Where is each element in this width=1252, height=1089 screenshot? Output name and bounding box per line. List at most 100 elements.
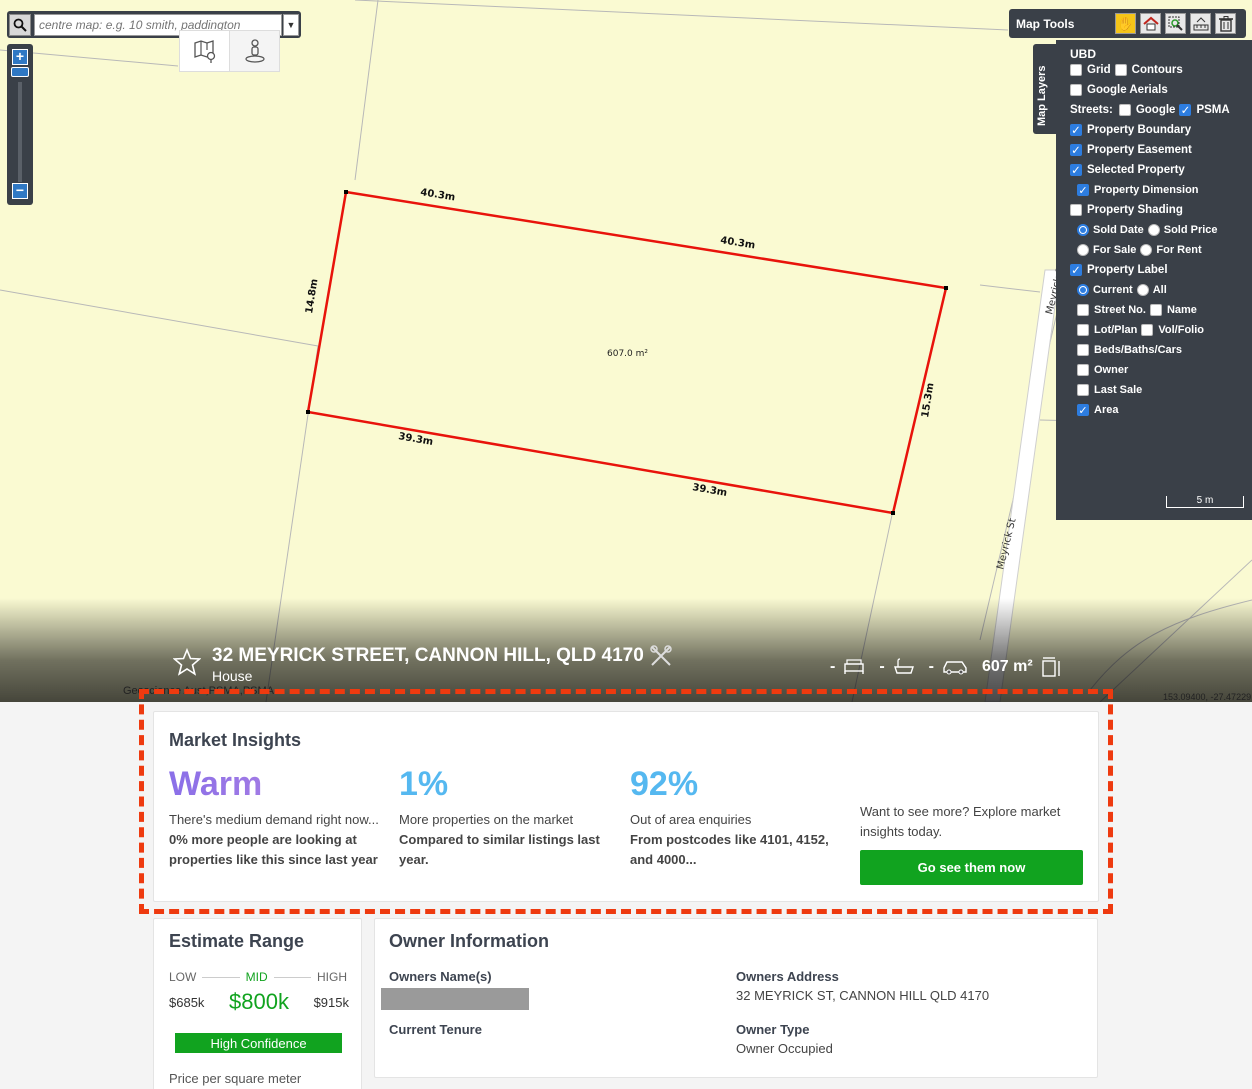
hand-icon: ✋ [1117,15,1134,31]
high-label: HIGH [317,970,347,984]
zoom-in-button[interactable]: + [12,49,28,65]
beds-value: - [830,658,836,675]
current-radio[interactable] [1077,284,1089,296]
pan-tool-button[interactable]: ✋ [1115,13,1136,34]
house-icon [1142,16,1159,30]
search-dropdown-button[interactable]: ▼ [283,13,299,36]
google-streets-checkbox[interactable] [1118,104,1131,116]
vol-folio-checkbox[interactable] [1141,324,1154,336]
vol-folio-label: Vol/Folio [1158,324,1205,336]
zoom-track[interactable] [18,82,22,182]
psma-label: PSMA [1196,104,1230,116]
star-icon [172,647,202,676]
estimate-range-title: Estimate Range [169,931,305,951]
street-no-label: Street No. [1094,304,1146,316]
tools-icon[interactable] [649,644,673,668]
property-stats: - - - 607 m² [830,656,1061,678]
baths-value: - [879,658,885,675]
property-dimension-checkbox[interactable]: ✓ [1077,184,1089,197]
lot-plan-checkbox[interactable] [1077,324,1089,336]
owner-checkbox[interactable] [1077,364,1089,376]
area-checkbox[interactable]: ✓ [1077,404,1089,417]
grid-checkbox[interactable] [1070,64,1082,76]
all-radio[interactable] [1136,284,1149,296]
zoom-out-button[interactable]: − [12,183,28,199]
for-sale-label: For Sale [1093,244,1137,256]
selected-property-checkbox[interactable]: ✓ [1070,164,1082,177]
map-view-button[interactable] [180,31,229,71]
map-layers-tab[interactable]: Map Layers [1033,44,1057,134]
land-size-value: 607 m² [981,658,1033,675]
map-tools-label: Map Tools [1016,16,1075,31]
owners-name-label: Owners Name(s) [389,969,492,984]
price-per-sqm-label: Price per square meter [169,1071,302,1086]
car-icon [943,661,967,675]
lot-plan-label: Lot/Plan [1094,324,1138,336]
low-value: $685k [169,994,205,1010]
sold-date-radio[interactable] [1077,224,1089,236]
sold-price-label: Sold Price [1163,224,1218,236]
search-button[interactable] [9,13,31,36]
dim-top-2: 40.3m [720,235,756,251]
mid-value: $800k [229,989,289,1014]
last-sale-label: Last Sale [1094,384,1143,396]
zoom-box-icon [1168,16,1183,31]
property-boundary-checkbox[interactable]: ✓ [1070,124,1082,137]
property-dimension-label: Property Dimension [1094,184,1199,196]
ruler-icon [1193,16,1208,30]
area-label-layer: Area [1094,404,1119,416]
map-mode-buttons [179,30,280,72]
owner-label: Owner [1094,364,1129,376]
psma-checkbox[interactable]: ✓ [1179,104,1192,117]
property-address: 32 MEYRICK STREET, CANNON HILL, QLD 4170 [212,644,673,668]
bath-icon [893,658,914,674]
property-label-label: Property Label [1087,264,1168,276]
google-aerials-label: Google Aerials [1087,84,1168,96]
owner-type-label: Owner Type [736,1022,810,1037]
cars-value: - [928,658,934,675]
grid-label: Grid [1087,64,1111,76]
property-type: House [212,668,253,684]
map-tools-bar: Map Tools ✋ [1009,9,1246,38]
land-size-icon [1041,657,1060,677]
clear-tool-button[interactable] [1215,13,1236,34]
dim-top-1: 40.3m [420,187,456,203]
for-rent-radio[interactable] [1140,244,1153,256]
zoom-slider-handle[interactable] [11,67,29,77]
for-sale-radio[interactable] [1077,244,1089,256]
app-root: 40.3m 40.3m 14.8m 15.3m 39.3m 39.3m 607.… [0,0,1252,1089]
estimate-range-card: Estimate Range LOW MID HIGH $685k $800k … [153,918,362,1089]
name-checkbox[interactable] [1149,304,1162,316]
home-tool-button[interactable] [1140,13,1161,34]
map-layers-tab-label: Map Layers [1036,65,1048,126]
street-no-checkbox[interactable] [1077,304,1089,316]
property-shading-label: Property Shading [1087,204,1183,216]
last-sale-checkbox[interactable] [1077,384,1089,396]
trash-icon [1218,15,1233,32]
streets-label: Streets: [1070,104,1113,116]
estimate-scale: LOW MID HIGH [169,970,347,984]
google-aerials-checkbox[interactable] [1070,84,1082,96]
property-shading-checkbox[interactable] [1070,204,1082,216]
measure-tool-button[interactable] [1190,13,1211,34]
layer-title: UBD [1070,47,1096,61]
map-view[interactable]: 40.3m 40.3m 14.8m 15.3m 39.3m 39.3m 607.… [0,0,1252,702]
current-label: Current [1093,284,1133,296]
owner-information-card: Owner Information Owners Name(s) Owners … [374,918,1098,1078]
for-rent-label: For Rent [1156,244,1202,256]
street-view-button[interactable] [229,31,279,71]
all-label: All [1152,284,1167,296]
sold-date-label: Sold Date [1093,224,1144,236]
property-label-checkbox[interactable]: ✓ [1070,264,1082,277]
sold-price-radio[interactable] [1147,224,1160,236]
property-easement-checkbox[interactable]: ✓ [1070,144,1082,157]
property-address-text: 32 MEYRICK STREET, CANNON HILL, QLD 4170 [212,645,644,666]
zoom-area-tool-button[interactable] [1165,13,1186,34]
contours-checkbox[interactable] [1114,64,1127,76]
favourite-button[interactable] [172,647,202,681]
beds-baths-cars-checkbox[interactable] [1077,344,1089,356]
current-tenure-label: Current Tenure [389,1022,482,1037]
zoom-control: + − [7,44,33,205]
map-pin-icon [193,40,215,63]
search-icon [13,18,27,32]
